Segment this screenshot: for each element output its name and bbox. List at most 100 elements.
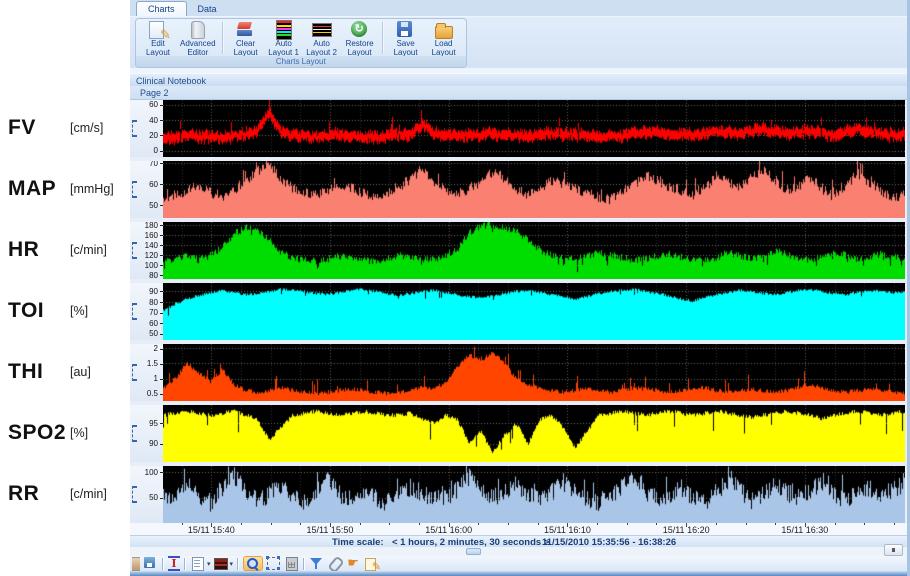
filter-icon[interactable] — [309, 556, 325, 571]
plot-hr[interactable] — [163, 222, 905, 279]
hand-icon[interactable]: ☛ — [345, 556, 361, 571]
y-tick-label: 50 — [149, 493, 158, 502]
time-tick-mark — [182, 523, 183, 525]
toolbar-separator — [237, 558, 239, 570]
time-tick-mark — [538, 523, 539, 525]
y-axis-range-slider[interactable] — [132, 486, 137, 503]
chart-panel-spo2: 9590 — [130, 405, 907, 462]
signal-label-row-spo2: SPO2 [%] — [0, 419, 130, 447]
auto-layout-2-button[interactable]: AutoLayout 2 — [303, 20, 341, 56]
auto-layout-1-button[interactable]: AutoLayout 1 — [265, 20, 303, 56]
plot-rr[interactable] — [163, 466, 905, 523]
charts-area: 6040200706050180160140120100809080706050… — [130, 100, 907, 523]
ribbon-buttons: EditLayoutAdvancedEditorClearLayoutAutoL… — [136, 19, 466, 56]
signal-unit-toi: [%] — [70, 304, 88, 318]
y-tick-label: 2 — [154, 344, 158, 353]
time-tick-label: 15/11 15:40 — [188, 525, 235, 535]
signal-name-toi: TOI — [8, 299, 44, 323]
plot-fv[interactable] — [163, 100, 905, 157]
attachment-icon[interactable] — [327, 556, 343, 571]
save-icon[interactable] — [142, 556, 158, 571]
y-tick-label: 180 — [145, 222, 158, 230]
y-tick-label: 95 — [149, 419, 158, 428]
time-tick-mark — [835, 523, 836, 525]
y-tick-label: 60 — [149, 319, 158, 328]
plot-spo2[interactable] — [163, 405, 905, 462]
y-tick-label: 50 — [149, 329, 158, 338]
ribbon-group-separator — [382, 22, 384, 54]
charts-layout-group: EditLayoutAdvancedEditorClearLayoutAutoL… — [135, 18, 467, 68]
time-tick-label: 15/11 16:20 — [663, 525, 710, 535]
horizontal-scrollbar[interactable] — [130, 547, 907, 556]
print-icon[interactable] — [132, 556, 140, 571]
zoom-icon[interactable] — [243, 556, 263, 571]
y-axis-range-slider[interactable] — [132, 425, 137, 442]
y-tick-label: 1.5 — [147, 359, 158, 368]
chart-panel-thi: 2 1.5 1 0.5 — [130, 344, 907, 401]
time-tick-mark — [478, 523, 479, 525]
plot-map[interactable] — [163, 161, 905, 218]
y-tick-label: 160 — [145, 231, 158, 240]
time-tick-mark — [597, 523, 598, 525]
chart-panel-fv: 6040200 — [130, 100, 907, 157]
y-tick-label: 1 — [154, 374, 158, 383]
signal-label-row-toi: TOI [%] — [0, 297, 130, 325]
tab-data[interactable]: Data — [187, 2, 228, 16]
signal-label-row-rr: RR[c/min] — [0, 480, 130, 508]
page-bar[interactable]: Page 2 — [130, 86, 907, 100]
time-tick-label: 15/11 15:50 — [307, 525, 354, 535]
y-axis-range-slider[interactable] — [132, 181, 137, 198]
signal-name-thi: THI — [8, 360, 43, 384]
selection-icon[interactable] — [265, 556, 281, 571]
marker-icon[interactable]: I — [168, 556, 180, 571]
y-axis-range-slider[interactable] — [132, 364, 137, 381]
restore-layout-icon — [349, 20, 371, 40]
time-tick-label: 15/11 16:30 — [781, 525, 828, 535]
y-axis-range-slider[interactable] — [132, 303, 137, 320]
tab-charts[interactable]: Charts — [136, 1, 187, 16]
signal-label-row-thi: THI [au] — [0, 358, 130, 386]
dropdown-caret-icon[interactable]: ▾ — [207, 560, 211, 568]
save-layout-button[interactable]: SaveLayout — [387, 20, 425, 56]
calculator-icon[interactable] — [283, 556, 299, 571]
y-tick-label: 20 — [149, 131, 158, 140]
signal-unit-thi: [au] — [70, 365, 91, 379]
plot-thi[interactable] — [163, 344, 905, 401]
y-axis-rr: 10050 — [130, 466, 163, 523]
advanced-editor-button[interactable]: AdvancedEditor — [177, 20, 219, 56]
advanced-editor-icon — [187, 20, 209, 40]
time-tick-mark — [894, 523, 895, 525]
clear-layout-button[interactable]: ClearLayout — [227, 20, 265, 56]
time-tick-mark — [271, 523, 272, 525]
chart-style-icon[interactable] — [213, 556, 229, 571]
edit-icon[interactable] — [363, 556, 379, 571]
time-tick-mark — [508, 523, 509, 525]
y-axis-hr: 18016014012010080 — [130, 222, 163, 279]
y-tick-label: 0.5 — [147, 389, 158, 398]
save-layout-icon — [395, 20, 417, 40]
scrollbar-thumb[interactable] — [466, 548, 481, 555]
y-tick-label: 0 — [154, 146, 158, 155]
toolbar-separator — [303, 558, 305, 570]
y-axis-range-slider[interactable] — [132, 120, 137, 137]
restore-layout-button[interactable]: RestoreLayout — [341, 20, 379, 56]
time-tick-label: 15/11 16:10 — [544, 525, 591, 535]
signal-label-row-hr: HR[c/min] — [0, 236, 130, 264]
scrollbar-corner-button[interactable] — [884, 544, 903, 556]
signal-unit-spo2: [%] — [70, 426, 88, 440]
signal-name-fv: FV — [8, 116, 36, 140]
page-list-icon[interactable] — [190, 556, 206, 571]
signal-name-spo2: SPO2 — [8, 421, 66, 445]
clinical-notebook-title: Clinical Notebook — [130, 74, 907, 86]
y-axis-range-slider[interactable] — [132, 242, 137, 259]
screenshot-root: FV[cm/s]MAP[mmHg]HR[c/min]TOI[%]THI[au]S… — [0, 0, 910, 576]
edit-layout-button[interactable]: EditLayout — [139, 20, 177, 56]
clear-layout-icon — [235, 20, 257, 40]
time-tick-mark — [360, 523, 361, 525]
dropdown-caret-icon[interactable]: ▾ — [230, 560, 234, 568]
plot-toi[interactable] — [163, 283, 905, 340]
load-layout-button[interactable]: LoadLayout — [425, 20, 463, 56]
y-tick-label: 80 — [149, 298, 158, 307]
time-tick-mark — [775, 523, 776, 525]
signal-name-map: MAP — [8, 177, 56, 201]
